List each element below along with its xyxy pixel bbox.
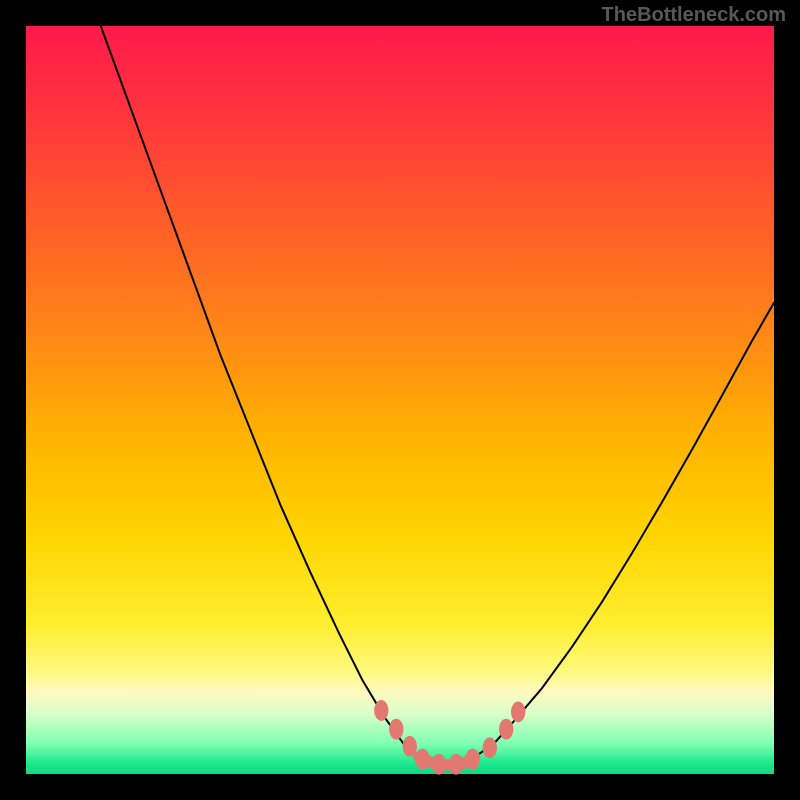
marker-flat-dot-2 xyxy=(449,754,463,775)
marker-right-dot-3 xyxy=(499,719,513,740)
marker-right-dot-2 xyxy=(483,737,497,758)
bottleneck-curve-chart xyxy=(0,0,800,800)
watermark-text: TheBottleneck.com xyxy=(602,4,786,27)
marker-left-dot-4 xyxy=(415,749,429,770)
gradient-panel xyxy=(26,26,774,774)
marker-right-dot-4 xyxy=(511,702,525,723)
marker-flat-dot-1 xyxy=(432,754,446,775)
marker-right-dot-1 xyxy=(465,749,479,770)
marker-left-dot-2 xyxy=(389,719,403,740)
marker-left-dot-1 xyxy=(374,700,388,721)
marker-left-dot-3 xyxy=(403,736,417,757)
chart-frame: TheBottleneck.com xyxy=(0,0,800,800)
